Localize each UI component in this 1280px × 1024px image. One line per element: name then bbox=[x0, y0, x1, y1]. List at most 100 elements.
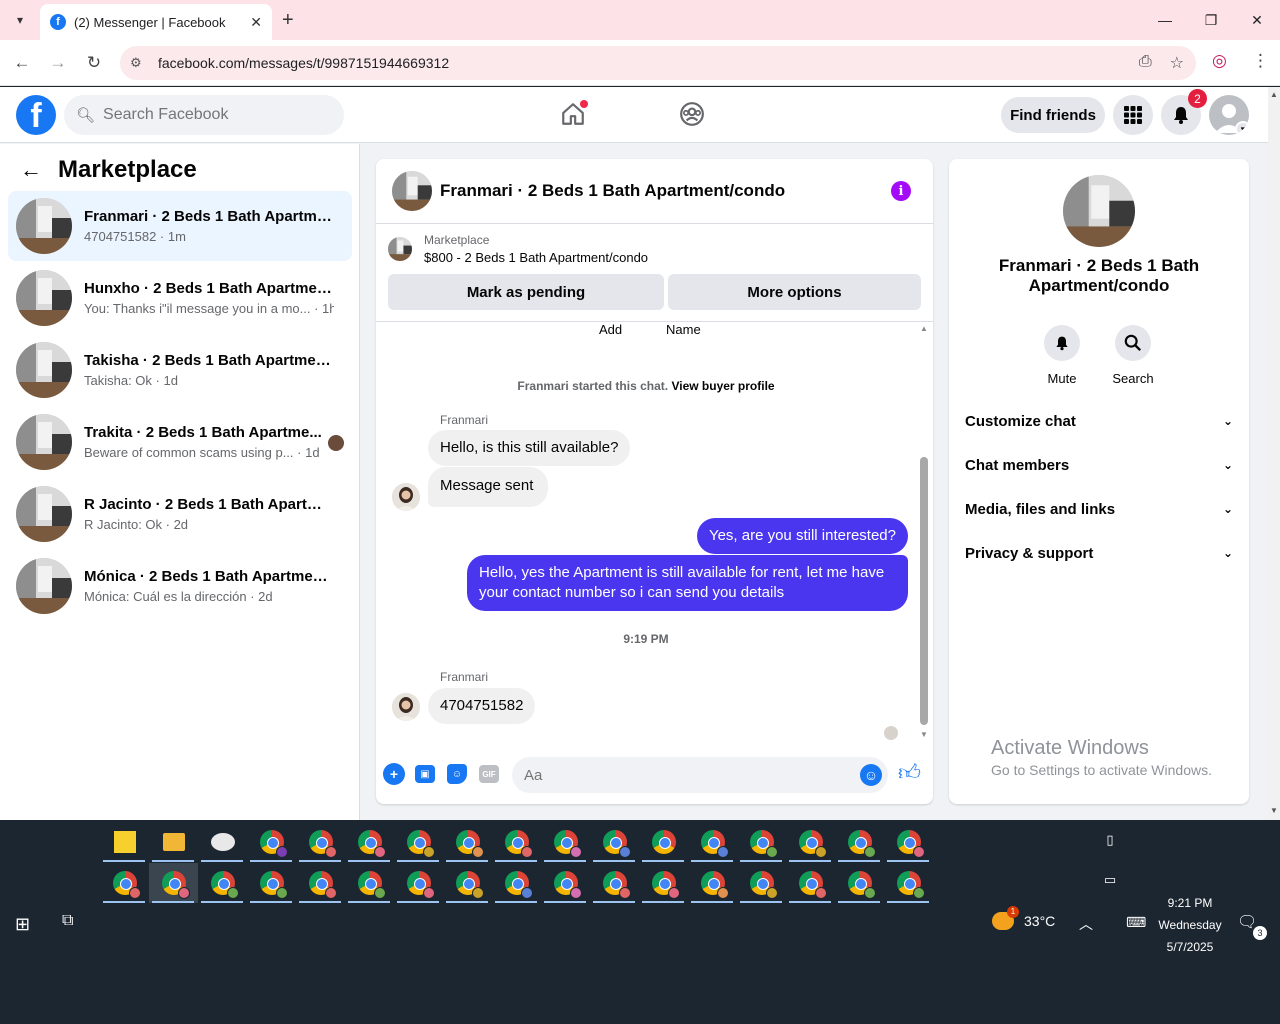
scroll-up-arrow-icon[interactable]: ▲ bbox=[919, 324, 929, 333]
chrome-window[interactable] bbox=[541, 822, 590, 862]
forward-button[interactable]: → bbox=[46, 51, 70, 75]
reload-button[interactable]: ↻ bbox=[82, 51, 106, 75]
gif-icon[interactable]: GIF bbox=[479, 765, 499, 783]
system-clock[interactable]: 9:21 PM Wednesday 5/7/2025 bbox=[1150, 892, 1230, 958]
listing-summary[interactable]: Marketplace $800 - 2 Beds 1 Bath Apartme… bbox=[388, 233, 648, 265]
chat-listing-thumbnail[interactable] bbox=[392, 171, 432, 211]
emoji-icon[interactable]: ☺ bbox=[860, 764, 882, 786]
phone-link-icon[interactable]: ▯ bbox=[1102, 832, 1118, 848]
facebook-search[interactable]: 🔍︎ bbox=[64, 95, 344, 135]
minimize-button[interactable]: — bbox=[1142, 0, 1188, 40]
section-chat-members[interactable]: Chat members ⌄ bbox=[965, 445, 1233, 485]
conversation-item-franmari[interactable]: Franmari · 2 Beds 1 Bath Apartmen... 4704… bbox=[8, 191, 352, 261]
photo-icon[interactable]: ▣ bbox=[415, 765, 435, 783]
chrome-window[interactable] bbox=[443, 822, 492, 862]
weather-widget[interactable]: 1 33°C bbox=[992, 906, 1055, 930]
message-input[interactable] bbox=[512, 757, 888, 793]
conversation-item-takisha[interactable]: Takisha · 2 Beds 1 Bath Apartment/... Tak… bbox=[8, 335, 352, 405]
sender-avatar[interactable] bbox=[392, 483, 420, 511]
section-customize-chat[interactable]: Customize chat ⌄ bbox=[965, 401, 1233, 441]
message-bubble-outgoing[interactable]: Yes, are you still interested? bbox=[696, 518, 908, 554]
thread-scrollbar[interactable]: ▲ ▼ bbox=[919, 322, 929, 746]
section-privacy-support[interactable]: Privacy & support ⌄ bbox=[965, 533, 1233, 573]
profile-icon[interactable]: ◎ bbox=[1212, 51, 1227, 71]
facebook-logo[interactable]: f bbox=[16, 95, 56, 135]
message-bubble-incoming[interactable]: Message sent bbox=[428, 467, 549, 507]
browser-menu-icon[interactable]: ⋮ bbox=[1252, 51, 1269, 71]
chrome-window[interactable] bbox=[786, 822, 835, 862]
restore-button[interactable]: ❐ bbox=[1188, 0, 1234, 40]
file-explorer-app[interactable] bbox=[149, 822, 198, 862]
chrome-window[interactable] bbox=[296, 863, 345, 903]
chrome-window[interactable] bbox=[688, 863, 737, 903]
chrome-window[interactable] bbox=[884, 863, 933, 903]
info-icon[interactable]: i bbox=[891, 181, 911, 201]
chrome-window[interactable] bbox=[394, 822, 443, 862]
notification-center-button[interactable]: 🗨︎ 3 bbox=[1237, 912, 1267, 940]
sticker-icon[interactable]: ☺ bbox=[447, 764, 467, 784]
chrome-window[interactable] bbox=[639, 863, 688, 903]
message-bubble-incoming[interactable]: Hello, is this still available? bbox=[428, 430, 631, 466]
back-button[interactable]: ← bbox=[10, 51, 34, 75]
message-bubble-outgoing[interactable]: Hello, yes the Apartment is still availa… bbox=[467, 555, 908, 611]
tab-search-button[interactable]: ▾ bbox=[8, 8, 32, 32]
chrome-window-active[interactable] bbox=[149, 863, 198, 903]
chrome-window[interactable] bbox=[345, 822, 394, 862]
paint-app[interactable] bbox=[198, 822, 247, 862]
chrome-window[interactable] bbox=[198, 863, 247, 903]
address-bar[interactable]: ⚙ facebook.com/messages/t/99871519446693… bbox=[120, 46, 1196, 80]
mute-button[interactable]: Mute bbox=[1032, 325, 1092, 386]
notifications-button[interactable]: 2 bbox=[1161, 89, 1207, 135]
chrome-window[interactable] bbox=[639, 822, 688, 862]
chrome-window[interactable] bbox=[492, 822, 541, 862]
search-conversation-button[interactable]: Search bbox=[1103, 325, 1163, 386]
section-media-files-links[interactable]: Media, files and links ⌄ bbox=[965, 489, 1233, 529]
chrome-window[interactable] bbox=[247, 863, 296, 903]
plus-icon[interactable]: + bbox=[383, 763, 405, 785]
mark-as-pending-button[interactable]: Mark as pending bbox=[388, 274, 664, 310]
menu-button[interactable] bbox=[1113, 95, 1153, 135]
view-buyer-profile-link[interactable]: View buyer profile bbox=[671, 379, 774, 393]
site-info-icon[interactable]: ⚙ bbox=[130, 55, 150, 71]
chat-title[interactable]: Franmari · 2 Beds 1 Bath Apartment/condo bbox=[440, 181, 785, 201]
bookmark-star-icon[interactable]: ☆ bbox=[1170, 53, 1184, 73]
sticky-notes-app[interactable] bbox=[100, 822, 149, 862]
chrome-window[interactable] bbox=[100, 863, 149, 903]
chrome-window[interactable] bbox=[737, 863, 786, 903]
task-view-icon[interactable]: ⧉ bbox=[62, 912, 73, 930]
tab-close-icon[interactable]: ✕ bbox=[250, 14, 262, 31]
groups-nav-button[interactable] bbox=[677, 99, 707, 129]
keyboard-icon[interactable]: ⌨ bbox=[1126, 914, 1146, 931]
chrome-window[interactable] bbox=[737, 822, 786, 862]
conversation-item-trakita[interactable]: Trakita · 2 Beds 1 Bath Apartme... Beware… bbox=[8, 407, 352, 477]
account-avatar[interactable]: ▾ bbox=[1209, 95, 1249, 135]
scroll-down-arrow-icon[interactable]: ▼ bbox=[919, 730, 929, 739]
conversation-item-hunxho[interactable]: Hunxho · 2 Beds 1 Bath Apartment... You: … bbox=[8, 263, 352, 333]
conversation-item-r-jacinto[interactable]: R Jacinto · 2 Beds 1 Bath Apartmen... R J… bbox=[8, 479, 352, 549]
page-scrollbar[interactable]: ▲ ▼ bbox=[1268, 87, 1280, 820]
home-nav-button[interactable] bbox=[558, 99, 588, 129]
chrome-window[interactable] bbox=[492, 863, 541, 903]
chrome-window[interactable] bbox=[835, 863, 884, 903]
find-friends-button[interactable]: Find friends bbox=[1001, 97, 1105, 133]
scroll-thumb[interactable] bbox=[920, 457, 928, 725]
chrome-window[interactable] bbox=[688, 822, 737, 862]
browser-tab-messenger[interactable]: f (2) Messenger | Facebook ✕ bbox=[40, 4, 272, 40]
chrome-window[interactable] bbox=[345, 863, 394, 903]
install-app-icon[interactable]: ⎙ bbox=[1139, 53, 1152, 73]
message-bubble-incoming[interactable]: 4704751582 bbox=[428, 688, 536, 724]
chrome-window[interactable] bbox=[786, 863, 835, 903]
chrome-window[interactable] bbox=[296, 822, 345, 862]
info-listing-thumbnail[interactable] bbox=[1063, 175, 1135, 247]
chrome-window[interactable] bbox=[884, 822, 933, 862]
show-hidden-icons-chevron-icon[interactable]: ︿ bbox=[1079, 914, 1093, 934]
conversation-item-monica[interactable]: Mónica · 2 Beds 1 Bath Apartment... Mónic… bbox=[8, 551, 352, 621]
remote-desktop-icon[interactable]: ▭ bbox=[1102, 872, 1118, 888]
chrome-window[interactable] bbox=[394, 863, 443, 903]
new-tab-button[interactable]: + bbox=[282, 8, 294, 32]
scroll-up-arrow-icon[interactable]: ▲ bbox=[1268, 90, 1280, 99]
windows-start-icon[interactable]: ⊞ bbox=[15, 914, 30, 935]
chrome-window[interactable] bbox=[590, 822, 639, 862]
chrome-window[interactable] bbox=[247, 822, 296, 862]
window-close-button[interactable]: ✕ bbox=[1234, 0, 1280, 40]
